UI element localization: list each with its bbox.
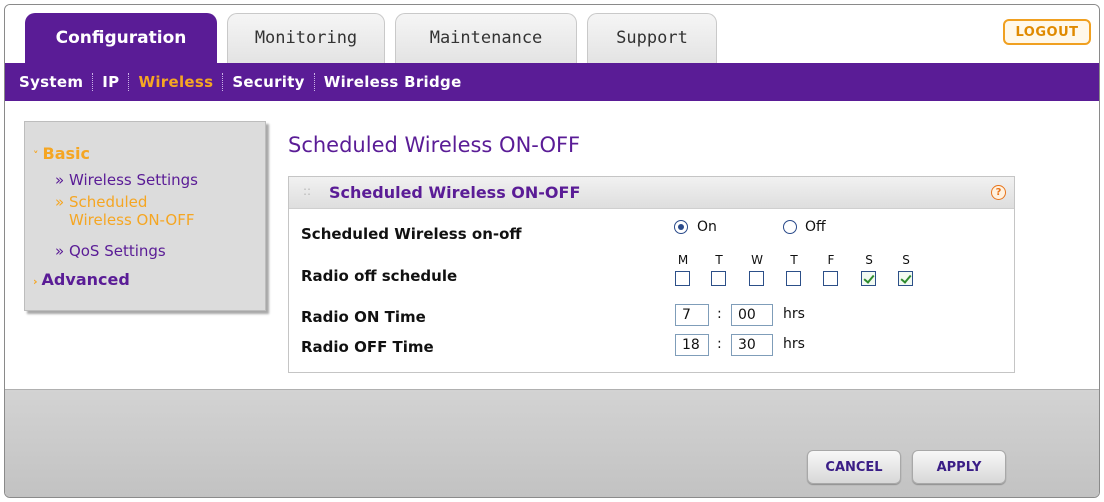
subnav-divider	[128, 73, 130, 91]
sidebar-section-basic[interactable]: ˅ Basic	[33, 144, 90, 163]
sidebar-item-scheduled-cont[interactable]: Wireless ON-OFF	[69, 211, 194, 230]
content-area: ˅ Basic » Wireless Settings » Scheduled W…	[5, 101, 1099, 389]
day-letter-tue: T	[715, 253, 723, 267]
checkbox-wednesday[interactable]	[749, 271, 764, 286]
help-icon[interactable]: ?	[991, 185, 1006, 200]
logout-button[interactable]: LOGOUT	[1003, 19, 1091, 45]
scheduled-onoff-label: Scheduled Wireless on-off	[301, 225, 522, 243]
day-letter-mon: M	[677, 253, 689, 267]
cancel-button[interactable]: CANCEL	[807, 450, 901, 484]
hrs-unit: hrs	[783, 336, 805, 352]
radio-on-time-label: Radio ON Time	[301, 308, 426, 326]
day-letter-sun: S	[902, 253, 910, 267]
day-letter-wed: W	[751, 253, 763, 267]
tab-maintenance[interactable]: Maintenance	[395, 13, 577, 64]
off-hour-input[interactable]: 18	[675, 334, 709, 356]
radio-off-label: Off	[805, 219, 826, 235]
settings-panel: :: Scheduled Wireless ON-OFF ? Scheduled…	[288, 176, 1015, 373]
checkbox-thursday[interactable]	[786, 271, 801, 286]
checkbox-saturday[interactable]	[861, 271, 876, 286]
day-letter-thu: T	[790, 253, 798, 267]
on-minute-input[interactable]: 00	[731, 304, 773, 326]
panel-header: :: Scheduled Wireless ON-OFF ?	[289, 177, 1014, 209]
tab-configuration[interactable]: Configuration	[25, 13, 217, 64]
on-hour-input[interactable]: 7	[675, 304, 709, 326]
radio-off-schedule-label: Radio off schedule	[301, 267, 458, 285]
page-title: Scheduled Wireless ON-OFF	[288, 133, 581, 157]
subnav-system[interactable]: System	[19, 73, 83, 91]
chevron-right-icon: ›	[33, 275, 38, 288]
off-minute-input[interactable]: 30	[731, 334, 773, 356]
subnav-ip[interactable]: IP	[102, 73, 119, 91]
checkbox-tuesday[interactable]	[711, 271, 726, 286]
radio-on-label: On	[697, 219, 717, 235]
subnav-wireless-bridge[interactable]: Wireless Bridge	[324, 73, 462, 91]
radio-off-time-label: Radio OFF Time	[301, 338, 434, 356]
action-bar: CANCEL APPLY	[5, 389, 1099, 497]
tab-label: Monitoring	[254, 28, 358, 48]
sidebar-item-qos-settings[interactable]: » QoS Settings	[55, 242, 166, 261]
sidebar-section-label: Advanced	[41, 270, 130, 289]
tab-label: Maintenance	[429, 28, 543, 48]
chevron-down-icon: ˅	[33, 149, 39, 162]
subnav-divider	[313, 73, 315, 91]
tab-label: Configuration	[55, 28, 187, 48]
sidebar-item-wireless-settings[interactable]: » Wireless Settings	[55, 171, 198, 190]
sidebar-section-advanced[interactable]: › Advanced	[33, 270, 130, 289]
day-letter-sat: S	[865, 253, 873, 267]
checkbox-monday[interactable]	[675, 271, 690, 286]
checkbox-friday[interactable]	[823, 271, 838, 286]
tab-support[interactable]: Support	[587, 13, 717, 64]
sidebar-item-scheduled[interactable]: » Scheduled	[55, 193, 147, 212]
sub-nav-bar: System IP Wireless Security Wireless Bri…	[5, 63, 1099, 101]
tab-label: Support	[616, 28, 688, 48]
radio-off[interactable]	[783, 220, 797, 234]
subnav-security[interactable]: Security	[232, 73, 304, 91]
subnav-divider	[92, 73, 94, 91]
time-separator: :	[717, 336, 722, 352]
hrs-unit: hrs	[783, 306, 805, 322]
radio-on[interactable]	[674, 220, 688, 234]
subnav-wireless[interactable]: Wireless	[138, 73, 213, 91]
subnav-divider	[222, 73, 224, 91]
time-separator: :	[717, 306, 722, 322]
apply-button[interactable]: APPLY	[912, 450, 1006, 484]
day-letter-fri: F	[827, 253, 835, 267]
sidebar: ˅ Basic » Wireless Settings » Scheduled W…	[24, 121, 266, 311]
tab-monitoring[interactable]: Monitoring	[227, 13, 385, 64]
router-admin-window: Configuration Monitoring Maintenance Sup…	[4, 4, 1100, 498]
main-tab-bar: Configuration Monitoring Maintenance Sup…	[5, 5, 1099, 64]
sidebar-section-label: Basic	[42, 144, 90, 163]
panel-title: Scheduled Wireless ON-OFF	[329, 183, 581, 202]
checkbox-sunday[interactable]	[898, 271, 913, 286]
grip-icon: ::	[303, 184, 312, 198]
